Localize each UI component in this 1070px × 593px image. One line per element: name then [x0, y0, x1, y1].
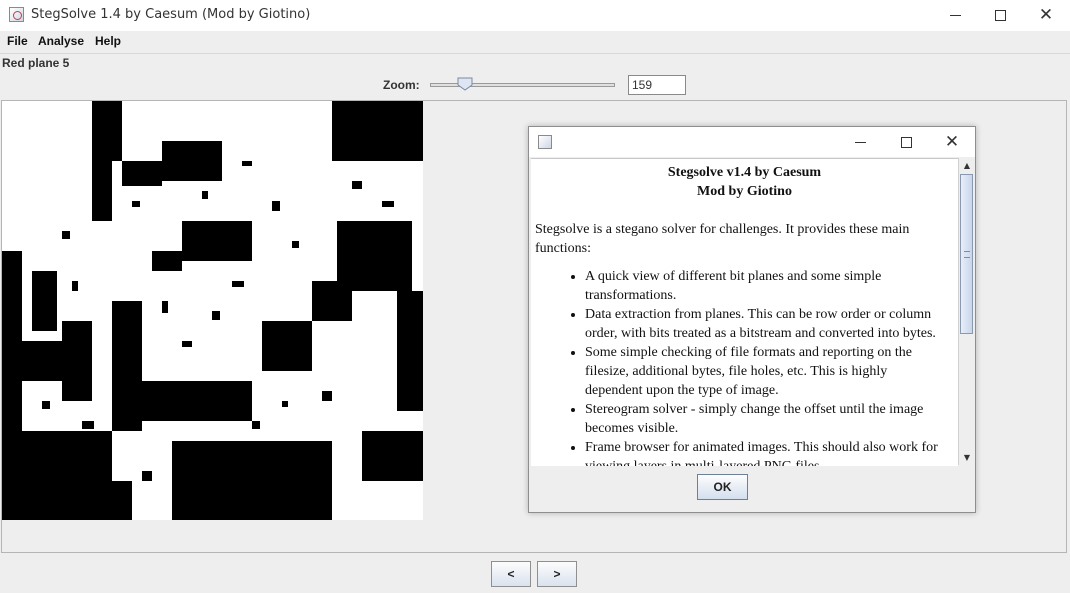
zoom-label: Zoom:: [383, 78, 420, 92]
window-titlebar: StegSolve 1.4 by Caesum (Mod by Giotino)…: [0, 0, 1070, 31]
list-item: Some simple checking of file formats and…: [585, 343, 946, 400]
close-button[interactable]: ✕: [1023, 0, 1069, 31]
dialog-close-button[interactable]: ✕: [929, 127, 975, 157]
feature-list: A quick view of different bit planes and…: [531, 267, 958, 466]
scroll-down-icon[interactable]: ▼: [959, 450, 975, 465]
menu-file[interactable]: File: [7, 34, 28, 48]
close-icon: ✕: [1038, 5, 1054, 25]
maximize-icon: [994, 9, 1006, 21]
app-icon: [9, 7, 24, 22]
scrollbar-thumb[interactable]: [960, 174, 973, 334]
list-item: Frame browser for animated images. This …: [585, 438, 946, 466]
about-dialog: ✕ Stegsolve v1.4 by Caesum Mod by Giotin…: [528, 126, 976, 513]
list-item: A quick view of different bit planes and…: [585, 267, 946, 305]
vertical-scrollbar[interactable]: ▲ ▼: [958, 158, 975, 465]
zoom-slider-thumb[interactable]: [457, 77, 473, 91]
maximize-button[interactable]: [977, 0, 1023, 31]
minimize-icon: [854, 142, 866, 143]
dialog-app-icon: [538, 135, 552, 149]
minimize-icon: [949, 14, 961, 16]
menu-help[interactable]: Help: [95, 34, 121, 48]
plane-label: Red plane 5: [2, 56, 70, 70]
about-subtitle: Mod by Giotino: [697, 184, 792, 199]
minimize-button[interactable]: [932, 0, 978, 31]
scroll-up-icon[interactable]: ▲: [959, 158, 975, 173]
menu-analyse[interactable]: Analyse: [38, 34, 84, 48]
about-intro: Stegsolve is a stegano solver for challe…: [535, 222, 910, 256]
about-title: Stegsolve v1.4 by Caesum: [667, 165, 822, 180]
dialog-minimize-button[interactable]: [837, 127, 883, 157]
ok-button[interactable]: OK: [697, 474, 748, 500]
previous-button[interactable]: <: [491, 561, 531, 587]
list-item: Stereogram solver - simply change the of…: [585, 400, 946, 438]
maximize-icon: [900, 137, 912, 148]
list-item: Data extraction from planes. This can be…: [585, 305, 946, 343]
grip-icon: [964, 251, 970, 258]
dialog-titlebar: ✕: [529, 127, 975, 157]
dialog-maximize-button[interactable]: [883, 127, 929, 157]
window-title: StegSolve 1.4 by Caesum (Mod by Giotino): [31, 7, 311, 22]
about-content: Stegsolve v1.4 by Caesum Mod by Giotino …: [531, 158, 958, 466]
menu-bar: File Analyse Help: [0, 31, 1070, 54]
bit-plane-image: [2, 101, 423, 520]
next-button[interactable]: >: [537, 561, 577, 587]
zoom-value-field[interactable]: 159: [628, 75, 686, 95]
about-heading: Stegsolve v1.4 by Caesum Mod by Giotino: [531, 163, 958, 201]
close-icon: ✕: [944, 132, 960, 152]
